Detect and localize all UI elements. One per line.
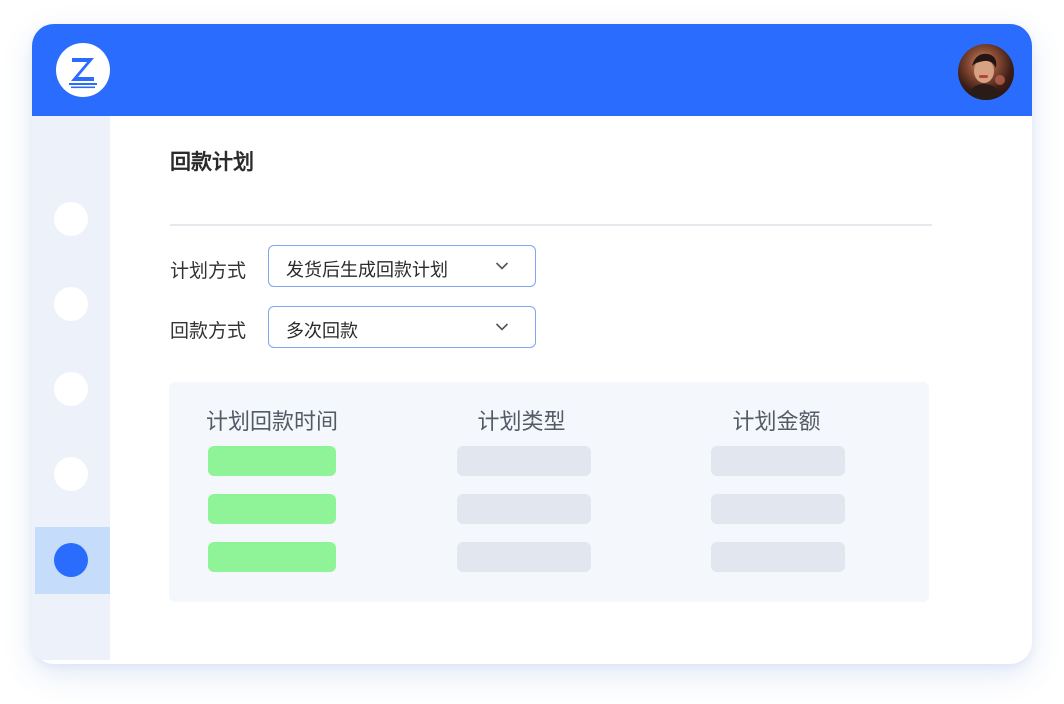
app-window: 回款计划 计划方式 发货后生成回款计划 回款方式 多次回款 计划回款时间 计划类… — [32, 24, 1032, 664]
sidebar-item-active[interactable] — [35, 527, 110, 594]
table-cell-placeholder — [711, 494, 845, 524]
z-logo-icon[interactable] — [56, 43, 110, 97]
table-cell-placeholder — [457, 494, 591, 524]
column-header-type: 计划类型 — [477, 410, 566, 435]
nav-circle-icon — [54, 543, 88, 577]
table-cell-placeholder — [208, 542, 336, 572]
payment-mode-label: 回款方式 — [170, 320, 247, 342]
payment-mode-select[interactable]: 多次回款 — [268, 306, 536, 348]
table-cell-placeholder — [711, 542, 845, 572]
sidebar-item-1[interactable] — [54, 202, 88, 236]
column-header-amount: 计划金额 — [732, 410, 821, 435]
user-avatar[interactable] — [958, 44, 1014, 100]
column-header-time: 计划回款时间 — [205, 410, 338, 435]
payment-mode-value: 多次回款 — [286, 321, 358, 342]
payment-plan-table: 计划回款时间 计划类型 计划金额 — [169, 382, 929, 602]
sidebar-item-4[interactable] — [54, 457, 88, 491]
sidebar-item-3[interactable] — [54, 372, 88, 406]
plan-mode-select[interactable]: 发货后生成回款计划 — [268, 245, 536, 287]
divider — [170, 224, 932, 226]
plan-mode-label: 计划方式 — [170, 260, 247, 282]
table-cell-placeholder — [208, 494, 336, 524]
page-title: 回款计划 — [170, 150, 254, 174]
table-cell-placeholder — [457, 446, 591, 476]
table-cell-placeholder — [208, 446, 336, 476]
sidebar-item-2[interactable] — [54, 287, 88, 321]
chevron-down-icon — [495, 262, 509, 270]
table-cell-placeholder — [711, 446, 845, 476]
top-bar — [32, 24, 1032, 116]
table-cell-placeholder — [457, 542, 591, 572]
chevron-down-icon — [495, 323, 509, 331]
plan-mode-value: 发货后生成回款计划 — [286, 260, 448, 281]
sidebar — [32, 116, 110, 660]
